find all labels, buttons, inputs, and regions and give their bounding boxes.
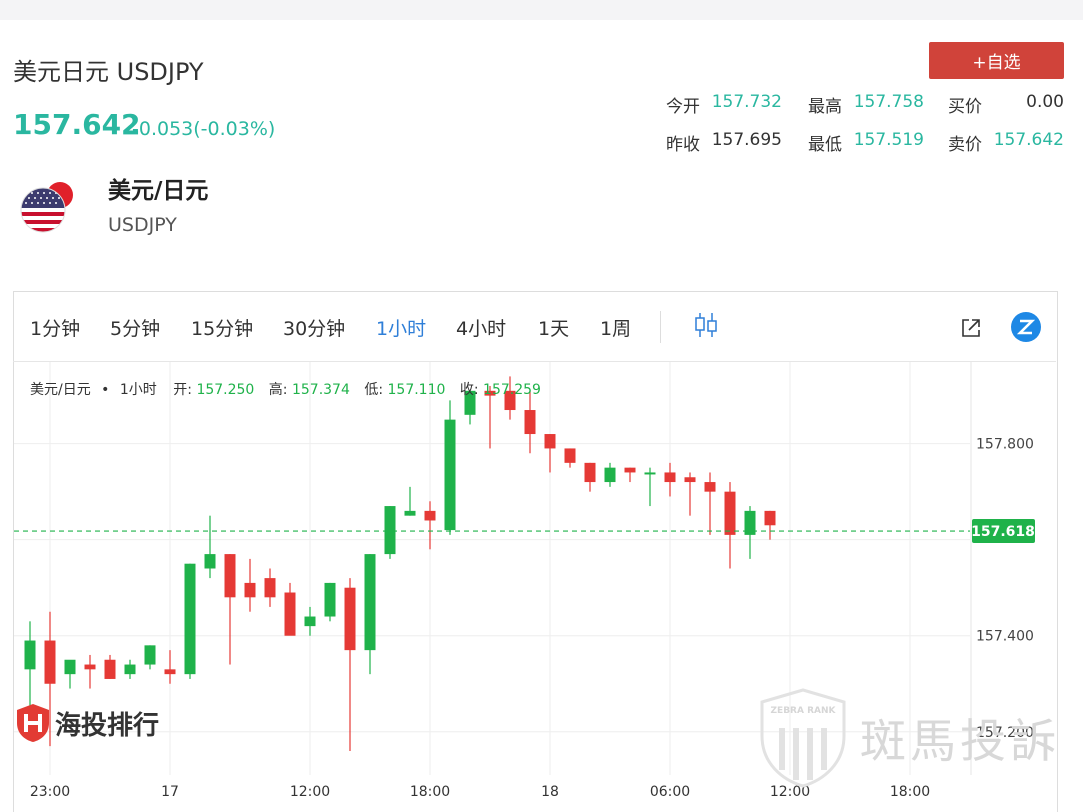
candle — [144, 645, 156, 670]
candle — [664, 462, 676, 497]
candle — [124, 659, 136, 679]
candle — [764, 510, 776, 540]
candle-body — [424, 510, 436, 521]
candle — [244, 558, 256, 612]
candle-body — [304, 616, 316, 627]
legend-close-label: 收: — [459, 382, 479, 398]
candle-body — [404, 510, 416, 516]
x-tick-label: 18:00 — [890, 784, 930, 800]
candle-body — [564, 448, 576, 463]
x-tick-label: 18 — [541, 784, 559, 800]
x-tick-label: 06:00 — [650, 784, 690, 800]
legend-open: 157.250 — [196, 382, 255, 398]
candle-body — [124, 664, 136, 675]
candle-body — [344, 587, 356, 651]
candle — [404, 486, 416, 516]
x-tick-label: 18:00 — [410, 784, 450, 800]
candle-body — [604, 467, 616, 483]
candle-body — [104, 659, 116, 679]
candle-body — [724, 491, 736, 535]
candle — [704, 472, 716, 535]
watermark-right: 斑馬投訴 — [860, 714, 1060, 768]
legend-pair: 美元/日元 — [30, 382, 91, 398]
legend-high: 157.374 — [291, 382, 350, 398]
ohlc-legend: 美元/日元 • 1小时 开: 157.250 高: 157.374 低: 157… — [30, 379, 549, 399]
shield-h-logo-icon — [17, 704, 49, 742]
candle-body — [84, 664, 96, 670]
x-tick-label: 23:00 — [30, 784, 70, 800]
candle-body — [384, 506, 396, 555]
candle — [744, 506, 756, 559]
candle-body — [184, 563, 196, 675]
candle-body — [204, 554, 216, 569]
candle — [224, 554, 236, 665]
candle — [604, 462, 616, 487]
candle-body — [364, 554, 376, 651]
legend-low: 157.110 — [387, 382, 446, 398]
candle — [104, 654, 116, 679]
candle-body — [24, 640, 36, 670]
candle — [184, 563, 196, 679]
candle-body — [624, 467, 636, 473]
candle — [364, 554, 376, 675]
candle — [84, 654, 96, 689]
candle — [544, 434, 556, 473]
legend-low-label: 低: — [364, 382, 384, 398]
candle — [164, 650, 176, 684]
x-tick-label: 17 — [161, 784, 179, 800]
candle-body — [224, 554, 236, 598]
candle-body — [704, 482, 716, 492]
candle — [684, 472, 696, 516]
candle-body — [144, 645, 156, 665]
candle-body — [524, 410, 536, 435]
candle-body — [164, 669, 176, 675]
candle — [344, 578, 356, 751]
candle-body — [684, 477, 696, 483]
candle-body — [764, 510, 776, 526]
watermark-left: 海投排行 — [15, 703, 159, 743]
watermark-left-text: 海投排行 — [55, 710, 160, 741]
candle-body — [44, 640, 56, 684]
candle — [644, 467, 656, 507]
current-price-label: 157.618 — [971, 524, 1035, 540]
candle — [384, 506, 396, 559]
legend-close: 157.259 — [483, 382, 541, 398]
x-tick-label: 12:00 — [290, 784, 330, 800]
candle — [624, 467, 636, 483]
candlestick-chart: 157.200157.400157.80023:00 17 12:00 18:00 18… — [14, 362, 1035, 800]
candle — [444, 400, 456, 535]
candle-body — [644, 472, 656, 475]
candle — [64, 659, 76, 689]
badge-text: ZEBRA RANK — [770, 706, 836, 716]
candle-body — [64, 659, 76, 675]
candle — [324, 582, 336, 622]
candle — [724, 482, 736, 569]
candle — [584, 462, 596, 492]
candle-body — [324, 582, 336, 617]
candle-body — [584, 462, 596, 483]
y-tick-label: 157.400 — [976, 629, 1034, 645]
legend-high-label: 高: — [268, 382, 288, 398]
candle — [424, 501, 436, 550]
candle — [304, 606, 316, 636]
candle-body — [444, 419, 456, 531]
candle — [564, 448, 576, 468]
candle-body — [284, 592, 296, 636]
candle-body — [664, 472, 676, 483]
legend-open-label: 开: — [173, 382, 192, 398]
candle — [284, 582, 296, 636]
legend-interval: 1小时 — [119, 382, 157, 398]
y-tick-label: 157.800 — [976, 437, 1034, 453]
candle-body — [264, 578, 276, 598]
zebra-badge-icon: ZEBRA RANK — [758, 688, 848, 792]
candle — [264, 568, 276, 607]
candle — [204, 515, 216, 579]
legend-dot: • — [101, 382, 110, 398]
candle-body — [544, 434, 556, 449]
candle-body — [244, 582, 256, 598]
